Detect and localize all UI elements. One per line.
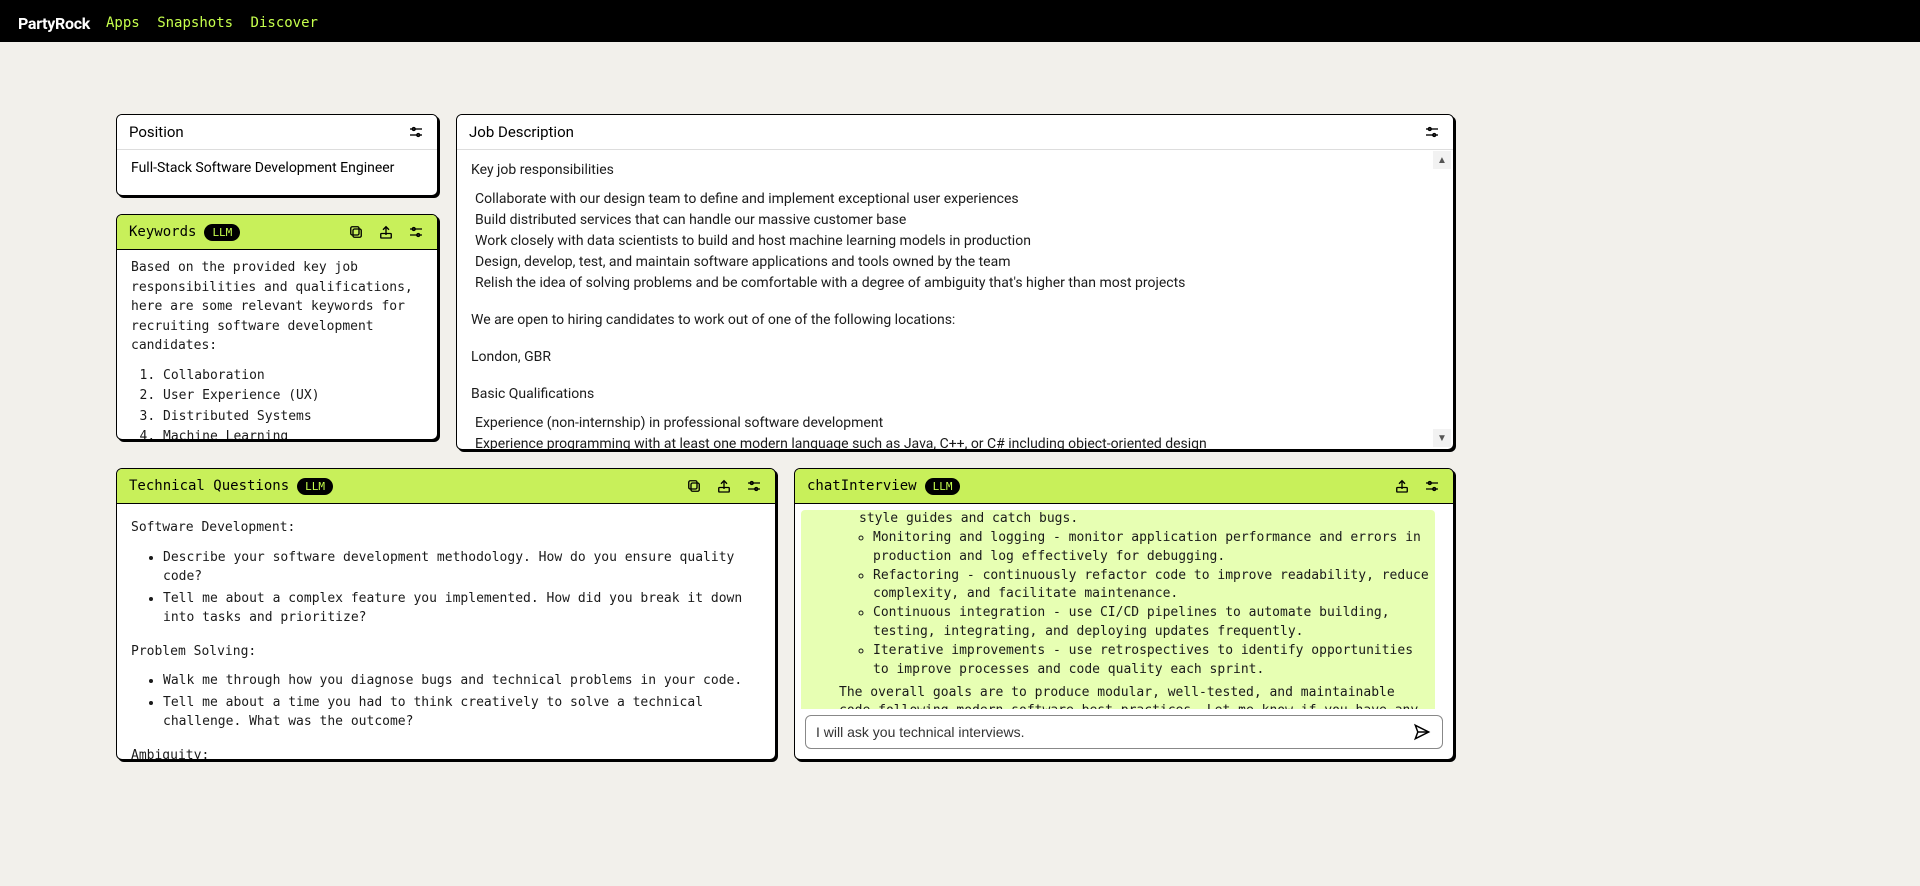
- settings-icon[interactable]: [407, 223, 425, 241]
- position-value: Full-Stack Software Development Engineer: [131, 160, 423, 176]
- jobdesc-line: Experience (non-internship) in professio…: [475, 413, 1431, 434]
- share-icon[interactable]: [377, 223, 395, 241]
- keywords-header: Keywords LLM: [117, 215, 437, 250]
- techq-item: Tell me about a complex feature you impl…: [163, 589, 761, 628]
- settings-icon[interactable]: [1423, 477, 1441, 495]
- canvas: Position Full-Stack Software Development…: [0, 42, 1920, 882]
- scroll-up-icon[interactable]: ▲: [1433, 151, 1451, 169]
- jobdesc-line: Work closely with data scientists to bui…: [475, 231, 1431, 252]
- jobdesc-line: Relish the idea of solving problems and …: [475, 273, 1431, 294]
- techq-list: Describe your software development metho…: [131, 548, 761, 628]
- techq-header: Technical Questions LLM: [117, 469, 775, 504]
- techq-section-heading: Problem Solving:: [131, 642, 761, 662]
- techq-body: Software Development: Describe your soft…: [117, 504, 775, 759]
- chat-input-row: [805, 715, 1443, 749]
- jobdesc-header: Job Description: [457, 115, 1453, 150]
- position-body: Full-Stack Software Development Engineer: [117, 150, 437, 192]
- llm-badge: LLM: [204, 224, 240, 241]
- keywords-body: Based on the provided key job responsibi…: [117, 250, 437, 439]
- scroll-down-icon[interactable]: ▼: [1433, 429, 1451, 447]
- jobdesc-line: Experience programming with at least one…: [475, 434, 1431, 449]
- copy-icon[interactable]: [347, 223, 365, 241]
- jobdesc-h-resp: Key job responsibilities: [471, 160, 1431, 181]
- jobdesc-location: London, GBR: [471, 347, 1431, 368]
- chat-title: chatInterview: [807, 478, 917, 494]
- chat-bullet: Continuous integration - use CI/CD pipel…: [873, 604, 1429, 642]
- jobdesc-line: Design, develop, test, and maintain soft…: [475, 252, 1431, 273]
- settings-icon[interactable]: [407, 123, 425, 141]
- keyword-item: Machine Learning: [163, 427, 423, 439]
- jobdesc-loc-intro: We are open to hiring candidates to work…: [471, 310, 1431, 331]
- nav-discover[interactable]: Discover: [251, 15, 318, 31]
- brand-logo[interactable]: PartyRock: [18, 14, 90, 33]
- techq-item: Tell me about a time you had to think cr…: [163, 693, 761, 732]
- techq-section-heading: Software Development:: [131, 518, 761, 538]
- chat-input[interactable]: [816, 724, 1404, 740]
- keyword-item: User Experience (UX): [163, 386, 423, 406]
- jobdesc-line: Build distributed services that can hand…: [475, 210, 1431, 231]
- settings-icon[interactable]: [745, 477, 763, 495]
- top-nav: PartyRock Apps Snapshots Discover: [0, 0, 1920, 42]
- chat-bullet: Refactoring - continuously refactor code…: [873, 567, 1429, 605]
- smile-icon[interactable]: [1884, 14, 1902, 32]
- chat-widget: chatInterview LLM style guides and catch…: [794, 468, 1454, 760]
- keywords-widget: Keywords LLM Based on the provided key j…: [116, 214, 438, 440]
- keywords-list: Collaboration User Experience (UX) Distr…: [131, 366, 423, 440]
- keywords-title: Keywords: [129, 224, 196, 240]
- share-icon[interactable]: [715, 477, 733, 495]
- chat-tail: The overall goals are to produce modular…: [807, 684, 1429, 709]
- nav-snapshots[interactable]: Snapshots: [157, 15, 233, 31]
- llm-badge: LLM: [925, 478, 961, 495]
- jobdesc-resp-list: Collaborate with our design team to defi…: [475, 189, 1431, 294]
- keyword-item: Collaboration: [163, 366, 423, 386]
- llm-badge: LLM: [297, 478, 333, 495]
- position-widget: Position Full-Stack Software Development…: [116, 114, 438, 196]
- jobdesc-h-basic: Basic Qualifications: [471, 384, 1431, 405]
- jobdesc-basic-list: Experience (non-internship) in professio…: [475, 413, 1431, 449]
- keywords-intro: Based on the provided key job responsibi…: [131, 258, 423, 356]
- keyword-item: Distributed Systems: [163, 407, 423, 427]
- techq-list: Walk me through how you diagnose bugs an…: [131, 671, 761, 732]
- techq-item: Describe your software development metho…: [163, 548, 761, 587]
- nav-apps[interactable]: Apps: [106, 15, 140, 31]
- chat-body: style guides and catch bugs. Monitoring …: [795, 504, 1453, 709]
- techq-title: Technical Questions: [129, 478, 289, 494]
- chat-message: style guides and catch bugs. Monitoring …: [801, 510, 1435, 709]
- share-icon[interactable]: [1393, 477, 1411, 495]
- send-icon[interactable]: [1412, 722, 1432, 742]
- techq-widget: Technical Questions LLM Software Develop…: [116, 468, 776, 760]
- position-header: Position: [117, 115, 437, 150]
- techq-section-heading: Ambiguity:: [131, 746, 761, 760]
- chat-bullet: style guides and catch bugs.: [859, 510, 1429, 529]
- chat-bullet: Monitoring and logging - monitor applica…: [873, 529, 1429, 567]
- jobdesc-widget: Job Description ▲ ▼ Key job responsibili…: [456, 114, 1454, 450]
- jobdesc-title: Job Description: [469, 123, 574, 141]
- chat-bullet: Iterative improvements - use retrospecti…: [873, 642, 1429, 680]
- techq-item: Walk me through how you diagnose bugs an…: [163, 671, 761, 691]
- copy-icon[interactable]: [685, 477, 703, 495]
- chat-header: chatInterview LLM: [795, 469, 1453, 504]
- jobdesc-line: Collaborate with our design team to defi…: [475, 189, 1431, 210]
- chat-bullet-list: style guides and catch bugs. Monitoring …: [807, 510, 1429, 680]
- jobdesc-body[interactable]: Key job responsibilities Collaborate wit…: [457, 150, 1453, 449]
- settings-icon[interactable]: [1423, 123, 1441, 141]
- position-title: Position: [129, 123, 184, 141]
